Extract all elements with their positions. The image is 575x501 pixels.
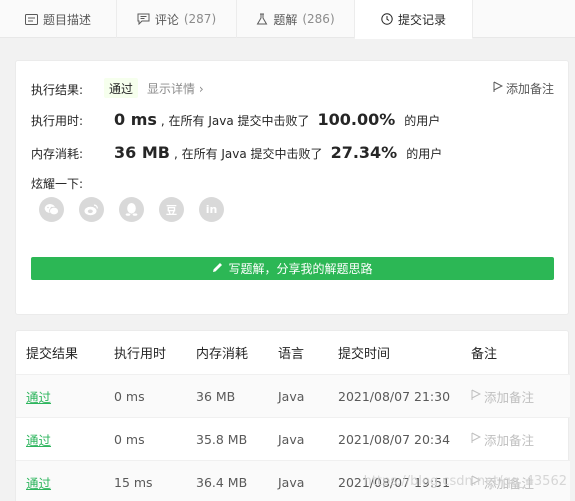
memory-percent: 27.34%	[330, 143, 398, 162]
header-submit-time: 提交时间	[338, 347, 391, 362]
tab-solutions-label: 题解	[273, 12, 298, 27]
douban-icon[interactable]: 豆	[159, 197, 184, 222]
table-row: 通过 15 ms 36.4 MB Java 2021/08/07 19:51 添…	[16, 460, 570, 501]
tab-submissions[interactable]: 提交记录	[355, 0, 473, 39]
tab-comments[interactable]: 评论 (287)	[117, 0, 237, 38]
row-language: Java	[278, 475, 305, 490]
submissions-table: 提交结果 执行用时 内存消耗 语言 提交时间 备注 通过 0 ms 36 MB …	[15, 330, 570, 501]
row-memory: 36.4 MB	[196, 475, 248, 490]
memory-line: 内存消耗: 36 MB , 在所有 Java 提交中击败了 27.34% 的用户	[31, 143, 442, 162]
tab-comments-label: 评论	[154, 12, 179, 27]
row-runtime: 15 ms	[114, 475, 153, 490]
row-submit-time: 2021/08/07 21:30	[338, 389, 451, 404]
tab-solutions[interactable]: 题解 (286)	[237, 0, 355, 38]
row-note-label: 添加备注	[484, 390, 535, 405]
row-runtime: 0 ms	[114, 389, 145, 404]
header-runtime: 执行用时	[114, 347, 167, 362]
tab-description-label: 题目描述	[42, 12, 91, 27]
row-status-link[interactable]: 通过	[26, 418, 51, 461]
row-language: Java	[278, 432, 305, 447]
row-status-link[interactable]: 通过	[26, 375, 51, 418]
wechat-icon[interactable]	[39, 197, 64, 222]
row-add-note-button[interactable]: 添加备注	[471, 461, 534, 501]
status-label: 执行结果:	[31, 83, 84, 97]
douban-glyph: 豆	[166, 203, 177, 217]
tab-submissions-label: 提交记录	[397, 12, 446, 27]
row-add-note-button[interactable]: 添加备注	[471, 375, 534, 418]
row-add-note-button[interactable]: 添加备注	[471, 418, 534, 461]
share-icons: 豆 in	[39, 197, 224, 222]
runtime-label: 执行用时:	[31, 114, 84, 128]
row-language: Java	[278, 389, 305, 404]
runtime-text: , 在所有 Java 提交中击败了	[160, 114, 310, 128]
share-label: 炫耀一下:	[31, 177, 84, 191]
show-details-link[interactable]: 显示详情 ›	[147, 80, 204, 97]
header-language: 语言	[278, 347, 305, 362]
memory-text: , 在所有 Java 提交中击败了	[173, 147, 323, 161]
weibo-icon[interactable]	[79, 197, 104, 222]
memory-value: 36 MB	[114, 143, 170, 162]
write-solution-label: 写题解，分享我的解题思路	[228, 262, 373, 276]
flag-icon	[471, 432, 482, 447]
tab-solutions-count: (286)	[302, 12, 335, 26]
row-runtime: 0 ms	[114, 432, 145, 447]
row-memory: 35.8 MB	[196, 432, 248, 447]
tab-bar: 题目描述 评论 (287) 题解 (286) 提交记录	[0, 0, 575, 39]
table-row: 通过 0 ms 35.8 MB Java 2021/08/07 20:34 添加…	[16, 417, 570, 460]
memory-label: 内存消耗:	[31, 147, 84, 161]
flag-icon	[493, 81, 504, 96]
pencil-icon	[212, 262, 223, 276]
table-row: 通过 0 ms 36 MB Java 2021/08/07 21:30 添加备注	[16, 374, 570, 417]
flask-icon	[256, 13, 268, 25]
qq-icon[interactable]	[119, 197, 144, 222]
flag-icon	[471, 475, 482, 490]
linkedin-icon[interactable]: in	[199, 197, 224, 222]
header-status: 提交结果	[26, 347, 79, 362]
tab-comments-count: (287)	[183, 12, 217, 26]
row-submit-time: 2021/08/07 20:34	[338, 432, 451, 447]
header-memory: 内存消耗	[196, 347, 249, 362]
runtime-line: 执行用时: 0 ms , 在所有 Java 提交中击败了 100.00% 的用户	[31, 110, 440, 129]
status-badge: 通过	[104, 78, 138, 98]
header-note: 备注	[471, 347, 498, 362]
runtime-value: 0 ms	[114, 110, 157, 129]
row-submit-time: 2021/08/07 19:51	[338, 475, 451, 490]
row-note-label: 添加备注	[484, 476, 535, 491]
result-card: 执行结果: 通过 显示详情 › 添加备注 执行用时: 0 ms , 在所有 Ja…	[15, 60, 569, 315]
write-solution-button[interactable]: 写题解，分享我的解题思路	[31, 257, 554, 280]
runtime-suffix: 的用户	[404, 114, 441, 128]
add-note-button[interactable]: 添加备注	[493, 80, 554, 97]
clock-icon	[381, 13, 393, 25]
memory-suffix: 的用户	[406, 147, 443, 161]
runtime-percent: 100.00%	[317, 110, 396, 129]
flag-icon	[471, 389, 482, 404]
row-status-link[interactable]: 通过	[26, 461, 51, 501]
table-header: 提交结果 执行用时 内存消耗 语言 提交时间 备注	[16, 331, 570, 374]
description-icon	[24, 13, 38, 25]
row-note-label: 添加备注	[484, 433, 535, 448]
add-note-label: 添加备注	[505, 82, 554, 96]
row-memory: 36 MB	[196, 389, 236, 404]
linkedin-glyph: in	[205, 203, 218, 216]
tab-description[interactable]: 题目描述	[0, 0, 117, 38]
comment-icon	[137, 13, 150, 25]
